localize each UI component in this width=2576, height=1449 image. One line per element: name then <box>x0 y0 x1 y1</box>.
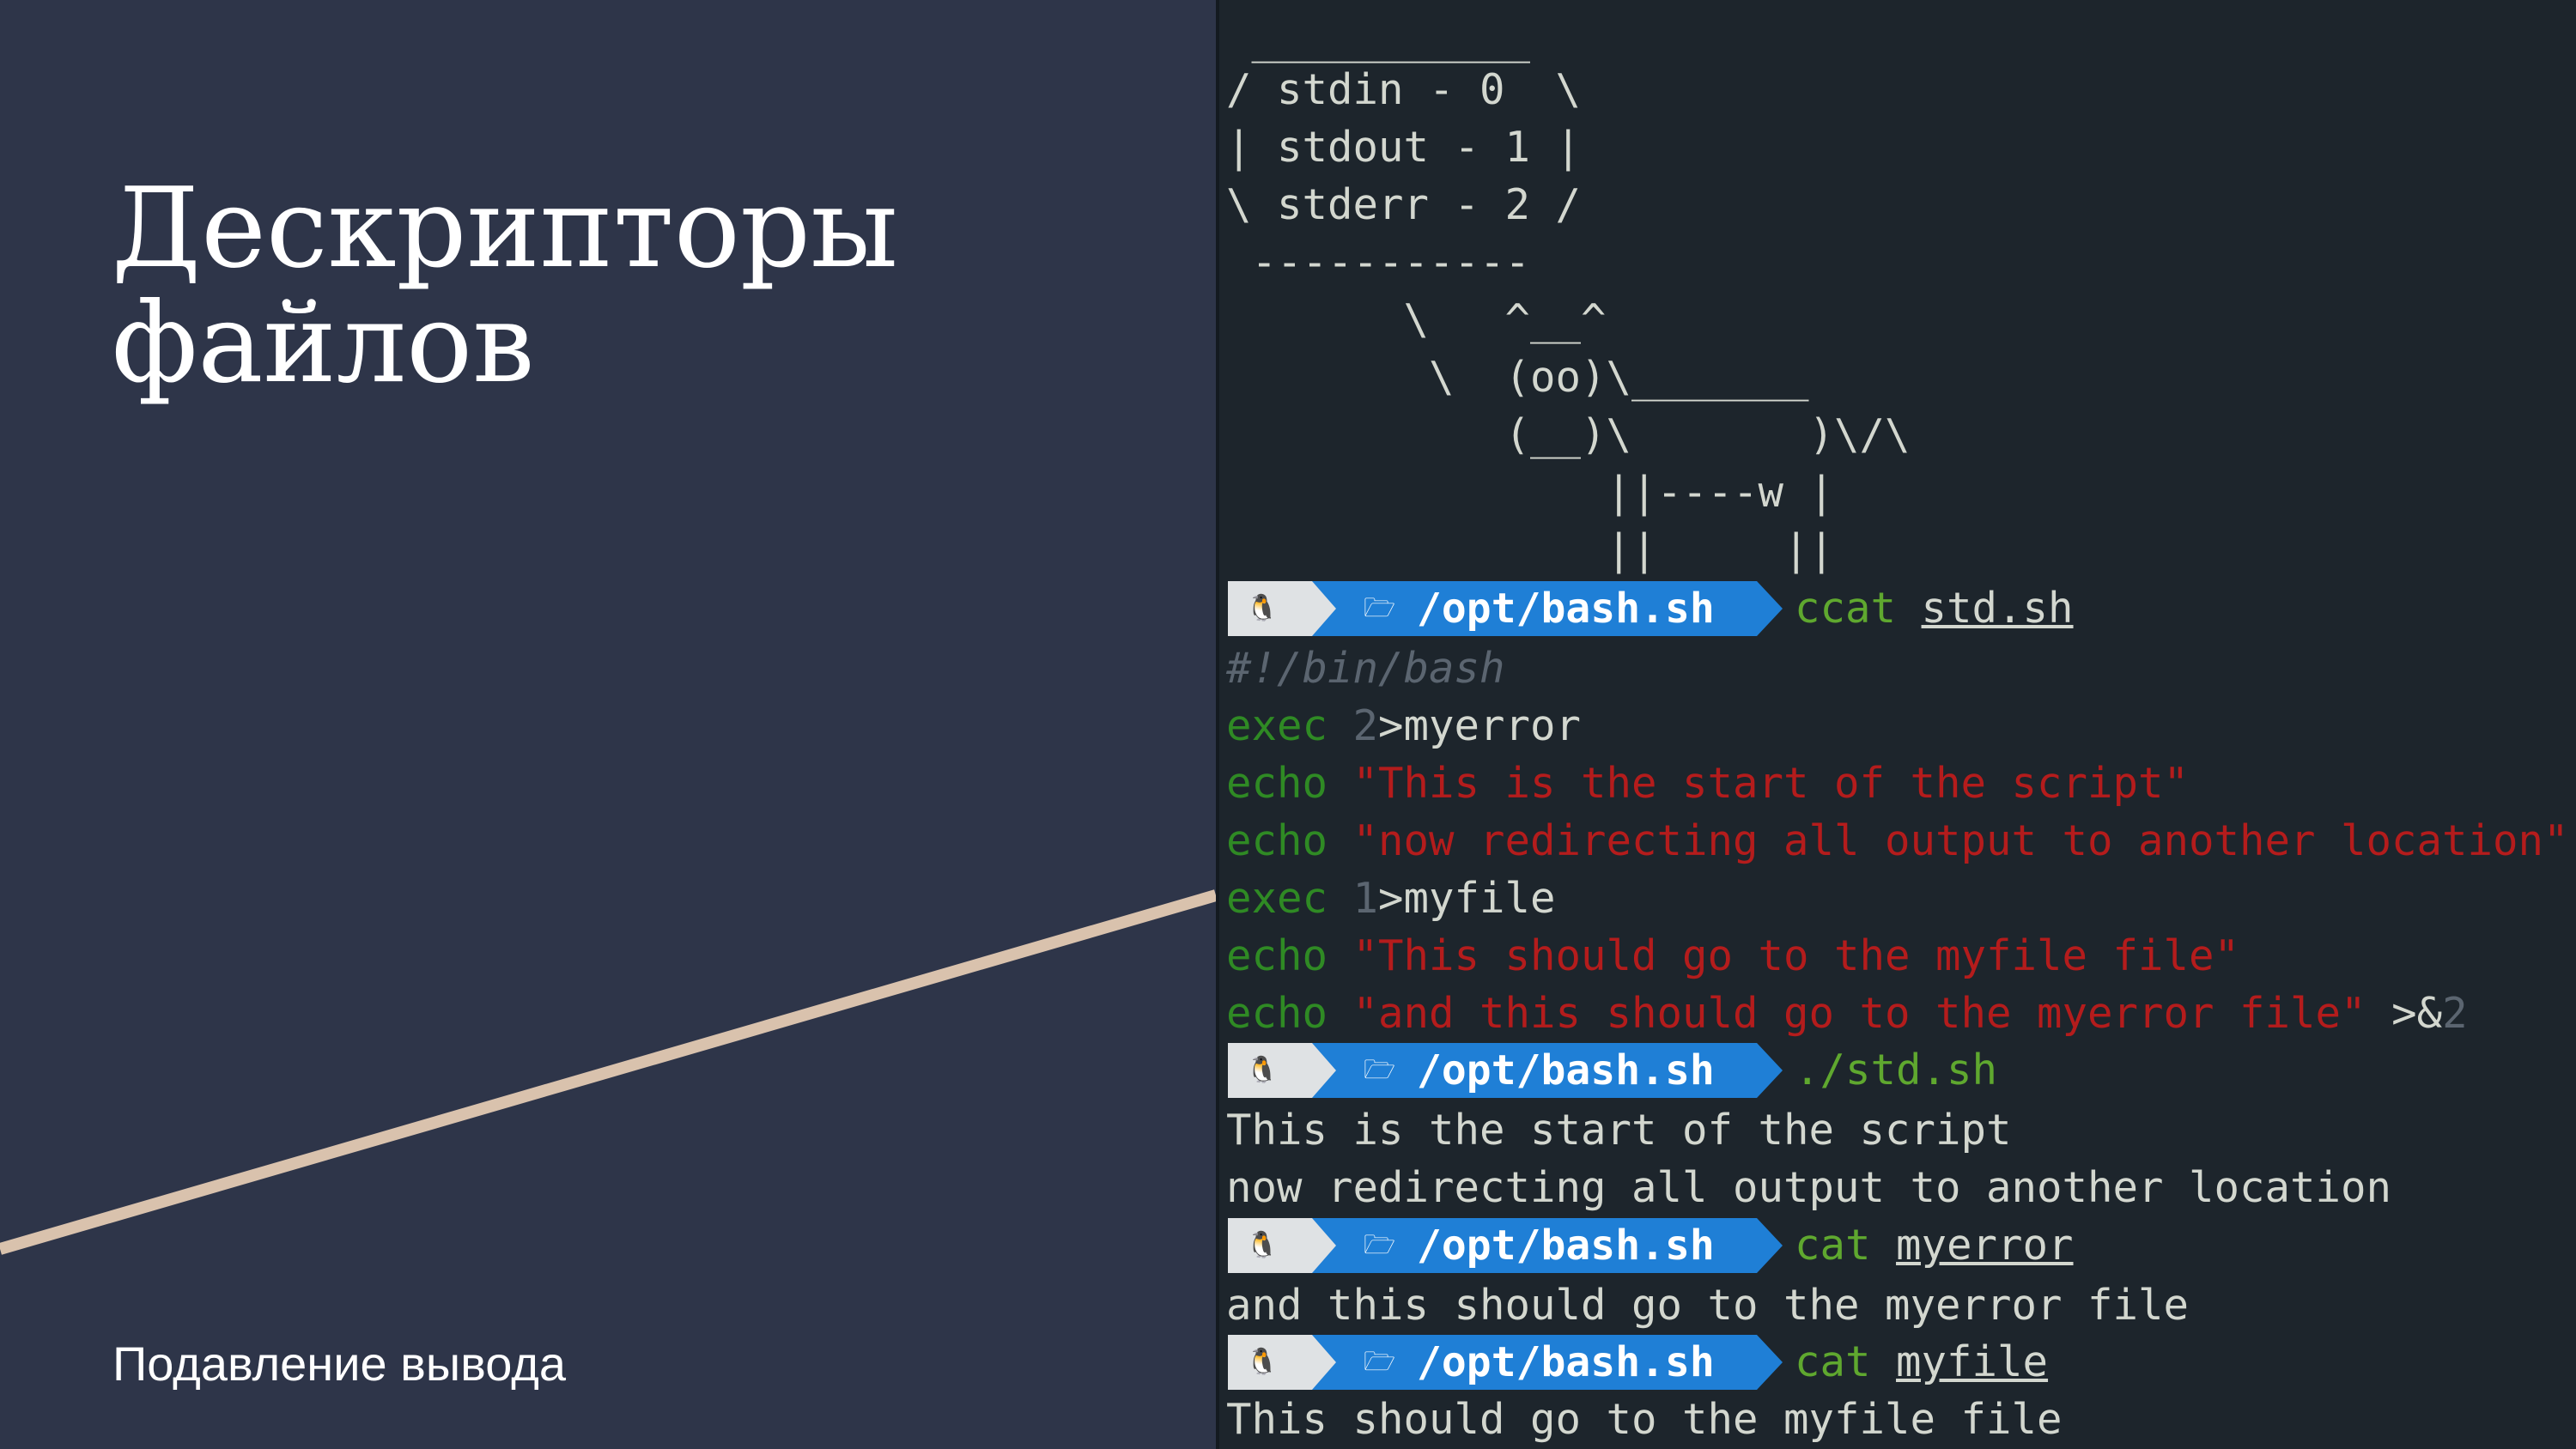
accent-stroke <box>0 889 1216 1255</box>
script-fd: 2 <box>1352 701 1379 750</box>
cowsay-line: (__)\ )\/\ <box>1226 410 1911 459</box>
script-redirect: >myfile <box>1378 874 1556 923</box>
cowsay-line: ||----w | <box>1226 468 1835 517</box>
cowsay-line: | stdout - 1 | <box>1226 123 1582 172</box>
script-string: "This is the start of the script" <box>1352 759 2190 808</box>
script-keyword: exec <box>1226 701 1328 750</box>
script-redirect: >& <box>2391 989 2443 1038</box>
folder-icon: 🗁 <box>1364 1347 1396 1377</box>
powerline-separator <box>1757 1335 1783 1390</box>
script-keyword: echo <box>1226 816 1328 865</box>
folder-icon: 🗁 <box>1364 1230 1396 1260</box>
output-line: This should go to the myfile file <box>1226 1395 2063 1444</box>
script-redirect: >myerror <box>1378 701 1582 750</box>
powerline-separator <box>1757 581 1783 636</box>
script-string: "This should go to the myfile file" <box>1352 931 2240 980</box>
powerline-separator <box>1757 1043 1783 1098</box>
output-line: now redirecting all output to another lo… <box>1226 1163 2392 1212</box>
tux-icon: 🐧 <box>1228 1335 1312 1390</box>
command-argument: std.sh <box>1921 584 2074 633</box>
prompt-path-segment: 🗁 /opt/bash.sh <box>1312 1335 1757 1390</box>
command-name: cat <box>1795 1337 1871 1386</box>
cowsay-line: / stdin - 0 \ <box>1226 65 1582 114</box>
prompt-path: /opt/bash.sh <box>1417 1046 1715 1094</box>
command-argument: myfile <box>1896 1337 2049 1386</box>
script-line: echo "This should go to the myfile file" <box>1226 927 2239 985</box>
script-fd: 1 <box>1352 874 1379 923</box>
script-keyword: echo <box>1226 989 1328 1038</box>
script-keyword: echo <box>1226 931 1328 980</box>
powerline-separator <box>1757 1218 1783 1273</box>
powerline-separator <box>1312 581 1336 636</box>
script-string: "and this should go to the myerror file" <box>1352 989 2366 1038</box>
prompt-command: cat myfile <box>1795 1335 2048 1390</box>
script-line: echo "This is the start of the script" <box>1226 755 2189 812</box>
output-line: and this should go to the myerror file <box>1226 1281 2190 1330</box>
script-line: echo "and this should go to the myerror … <box>1226 985 2468 1042</box>
command-name: cat <box>1795 1221 1871 1270</box>
prompt-command: cat myerror <box>1795 1218 2074 1273</box>
cowsay-line: || || <box>1226 525 1835 574</box>
tux-icon: 🐧 <box>1228 1218 1312 1273</box>
command-argument: myerror <box>1896 1221 2074 1270</box>
powerline-separator <box>1312 1218 1336 1273</box>
cowsay-line: ----------- <box>1226 238 1531 287</box>
folder-icon: 🗁 <box>1364 593 1396 623</box>
command-name: ccat <box>1795 584 1897 633</box>
slide-title: Дескрипторы файлов <box>112 172 898 402</box>
slide-subtitle: Подавление вывода <box>112 1337 567 1391</box>
slide-panel: Дескрипторы файлов Подавление вывода <box>0 0 1216 1449</box>
prompt-command: ccat std.sh <box>1795 581 2074 636</box>
script-line: echo "now redirecting all output to anot… <box>1226 812 2569 870</box>
prompt-path-segment: 🗁 /opt/bash.sh <box>1312 581 1757 636</box>
script-line: exec 1>myfile <box>1226 870 1556 927</box>
prompt-command: ./std.sh <box>1795 1043 1997 1098</box>
prompt-path-segment: 🗁 /opt/bash.sh <box>1312 1043 1757 1098</box>
prompt-path-segment: 🗁 /opt/bash.sh <box>1312 1218 1757 1273</box>
script-string: "now redirecting all output to another l… <box>1352 816 2569 865</box>
tux-icon: 🐧 <box>1228 1043 1312 1098</box>
cowsay-line: \ ^__^ <box>1226 295 1607 344</box>
terminal-screenshot: ___________ / stdin - 0 \ | stdout - 1 |… <box>1216 0 2576 1449</box>
prompt-path: /opt/bash.sh <box>1417 1222 1715 1270</box>
slide-title-line-2: файлов <box>112 280 535 408</box>
cowsay-line: \ stderr - 2 / <box>1226 180 1582 229</box>
prompt-path: /opt/bash.sh <box>1417 585 1715 633</box>
slide-title-line-1: Дескрипторы <box>112 165 898 293</box>
script-fd: 2 <box>2442 989 2468 1038</box>
script-keyword: exec <box>1226 874 1328 923</box>
powerline-separator <box>1312 1335 1336 1390</box>
cowsay-line: ___________ <box>1226 15 1531 64</box>
script-line: exec 2>myerror <box>1226 697 1581 755</box>
cowsay-line: \ (oo)\_______ <box>1226 353 1809 402</box>
folder-icon: 🗁 <box>1364 1055 1396 1085</box>
script-shebang: #!/bin/bash <box>1226 644 1505 693</box>
output-line: This is the start of the script <box>1226 1106 2012 1155</box>
script-keyword: echo <box>1226 759 1328 808</box>
powerline-separator <box>1312 1043 1336 1098</box>
tux-icon: 🐧 <box>1228 581 1312 636</box>
prompt-path: /opt/bash.sh <box>1417 1338 1715 1386</box>
command-name: ./std.sh <box>1795 1046 1998 1094</box>
